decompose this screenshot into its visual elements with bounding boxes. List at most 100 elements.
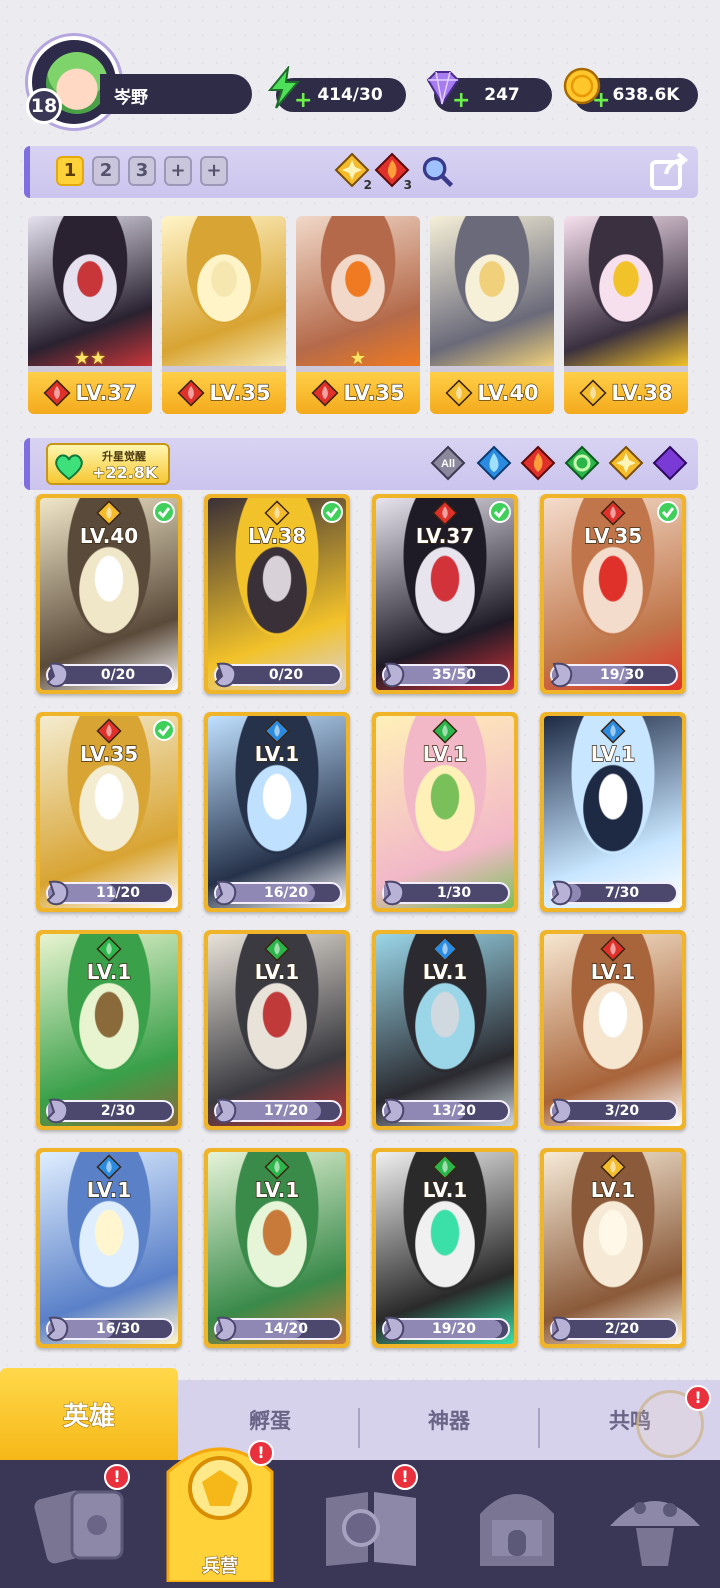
hero-level: LV.1 xyxy=(422,741,468,766)
hero-card[interactable]: LV.35 11/20 xyxy=(36,712,182,912)
nav-castle[interactable] xyxy=(462,1470,572,1580)
shard-icon xyxy=(214,662,237,688)
filter-all-button[interactable]: All xyxy=(430,445,466,481)
nav-cards[interactable]: ! xyxy=(30,1464,140,1580)
light-filter-icon[interactable] xyxy=(608,445,644,481)
gems-counter[interactable]: + 247 xyxy=(426,71,552,112)
hero-card[interactable]: LV.1 2/30 xyxy=(36,930,182,1130)
hero-card[interactable]: LV.1 19/20 xyxy=(372,1148,518,1348)
add-stamina-icon[interactable]: + xyxy=(294,90,312,112)
hero-card[interactable]: LV.1 3/20 xyxy=(540,930,686,1130)
hero-card[interactable]: LV.40 0/20 xyxy=(36,494,182,694)
check-icon xyxy=(153,719,175,741)
heart-icon xyxy=(55,454,83,481)
hero-card[interactable]: LV.1 7/30 xyxy=(540,712,686,912)
add-gems-icon[interactable]: + xyxy=(452,90,470,112)
hero-card[interactable]: LV.1 16/30 xyxy=(36,1148,182,1348)
star-upgrade-button[interactable]: 升星觉醒 +22.8K xyxy=(46,443,170,485)
check-icon xyxy=(657,501,679,523)
shard-progress-bar: 0/20 xyxy=(214,662,342,688)
hero-card[interactable]: LV.35 19/30 xyxy=(540,494,686,694)
lineup-hero-card[interactable]: ★ LV.35 xyxy=(296,216,420,414)
lineup-level-bar: LV.40 xyxy=(430,372,554,414)
team-tab-2[interactable]: 2 xyxy=(92,156,120,186)
hero-card[interactable]: LV.38 0/20 xyxy=(204,494,350,694)
search-icon[interactable] xyxy=(420,154,456,190)
player-name[interactable]: 岑野 xyxy=(100,74,252,114)
fire-element-count: 3 xyxy=(374,152,412,192)
lineup-hero-card[interactable]: LV.35 xyxy=(162,216,286,414)
lineup-hero-card[interactable]: LV.38 xyxy=(564,216,688,414)
floating-compass-button[interactable]: ! xyxy=(636,1385,711,1458)
nav-barracks[interactable]: 兵营 ! xyxy=(162,1432,278,1584)
water-element-icon xyxy=(432,936,458,962)
fire-filter-icon[interactable] xyxy=(520,445,556,481)
gold-counter[interactable]: + 638.6K xyxy=(563,67,698,112)
nature-filter-icon[interactable] xyxy=(564,445,600,481)
check-icon xyxy=(153,501,175,523)
shard-icon xyxy=(382,1098,405,1124)
upgrade-label: 升星觉醒 xyxy=(102,450,146,463)
fire-element-icon xyxy=(600,500,626,526)
hero-portrait xyxy=(430,216,554,366)
hero-card[interactable]: LV.1 13/20 xyxy=(372,930,518,1130)
castle-icon xyxy=(480,1494,554,1566)
shard-progress-bar: 0/20 xyxy=(46,662,174,688)
shard-progress-bar: 19/30 xyxy=(550,662,678,688)
add-gold-icon[interactable]: + xyxy=(592,90,610,112)
shard-progress-bar: 16/20 xyxy=(214,880,342,906)
hero-level: LV.1 xyxy=(254,959,300,984)
team-tab-3[interactable]: 3 xyxy=(128,156,156,186)
nav-journal[interactable]: ! xyxy=(316,1464,426,1580)
hero-level: LV.35 xyxy=(343,380,405,405)
light-element-icon xyxy=(445,379,473,407)
shard-progress-bar: 2/20 xyxy=(550,1316,678,1342)
shard-progress-bar: 1/30 xyxy=(382,880,510,906)
shard-icon xyxy=(46,662,69,688)
dark-filter-icon[interactable] xyxy=(652,445,688,481)
water-element-icon xyxy=(96,1154,122,1180)
hero-card[interactable]: LV.1 17/20 xyxy=(204,930,350,1130)
hero-card[interactable]: LV.1 16/20 xyxy=(204,712,350,912)
shard-icon xyxy=(550,880,573,906)
shard-progress-bar: 16/30 xyxy=(46,1316,174,1342)
notification-badge: ! xyxy=(392,1464,418,1490)
lineup-hero-card[interactable]: LV.40 xyxy=(430,216,554,414)
shard-icon xyxy=(214,880,237,906)
shard-progress-bar: 35/50 xyxy=(382,662,510,688)
nature-element-icon xyxy=(264,1154,290,1180)
team-tab-1[interactable]: 1 xyxy=(56,156,84,186)
light-element-count: 2 xyxy=(334,152,372,192)
hero-card[interactable]: LV.1 14/20 xyxy=(204,1148,350,1348)
team-tab-add-2[interactable]: + xyxy=(200,156,228,186)
tab-heroes[interactable]: 英雄 xyxy=(0,1368,178,1460)
hero-level: LV.1 xyxy=(590,959,636,984)
hero-level: LV.35 xyxy=(79,741,139,766)
light-element-icon xyxy=(96,500,122,526)
light-element-icon xyxy=(264,500,290,526)
tab-artifacts[interactable]: 神器 xyxy=(360,1380,538,1460)
hero-filter-bar: 升星觉醒 +22.8K All xyxy=(24,438,698,490)
fire-element-icon xyxy=(600,936,626,962)
hero-card[interactable]: LV.37 35/50 xyxy=(372,494,518,694)
hero-portrait xyxy=(296,216,420,366)
hero-portrait xyxy=(28,216,152,366)
stamina-counter[interactable]: + 414/30 xyxy=(267,66,406,112)
team-tab-add-1[interactable]: + xyxy=(164,156,192,186)
hero-card[interactable]: LV.1 2/20 xyxy=(540,1148,686,1348)
hero-level: LV.38 xyxy=(611,380,673,405)
fire-element-icon xyxy=(177,379,205,407)
notification-badge: ! xyxy=(685,1385,711,1411)
share-icon[interactable] xyxy=(648,150,690,192)
hero-card[interactable]: LV.1 1/30 xyxy=(372,712,518,912)
top-status-bar: 18 岑野 + 414/30 + 247 + 638.6K xyxy=(0,30,720,130)
light-element-icon xyxy=(579,379,607,407)
star-rating: ★ xyxy=(349,348,367,369)
hero-level: LV.1 xyxy=(422,959,468,984)
lineup-hero-card[interactable]: ★★ LV.37 xyxy=(28,216,152,414)
hero-level: LV.37 xyxy=(75,380,137,405)
all-filter-icon: All xyxy=(430,445,466,481)
shard-progress-bar: 17/20 xyxy=(214,1098,342,1124)
nav-mushroom[interactable] xyxy=(600,1470,710,1580)
water-filter-icon[interactable] xyxy=(476,445,512,481)
